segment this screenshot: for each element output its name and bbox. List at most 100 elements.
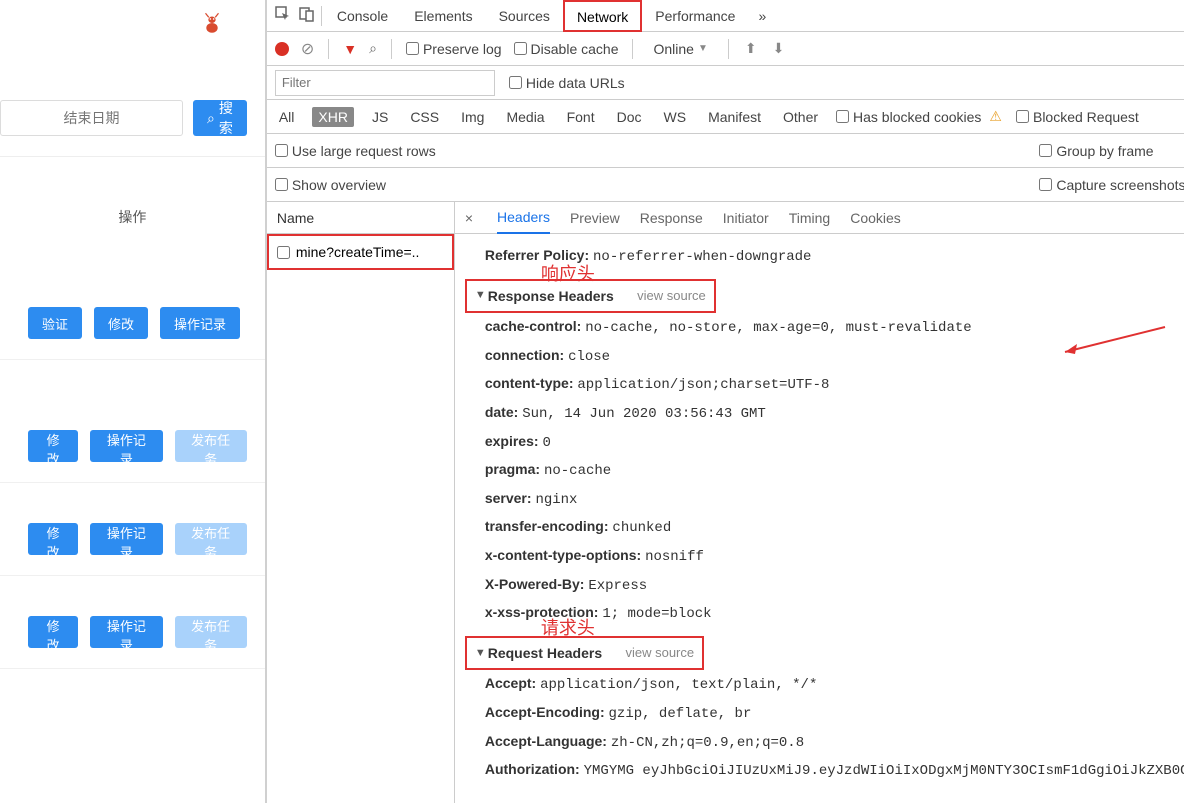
view-source-link[interactable]: view source: [637, 284, 706, 309]
publish-button[interactable]: 发布任务: [175, 616, 247, 648]
tab-network[interactable]: Network: [563, 0, 642, 32]
request-headers-section[interactable]: ▼ Request Headers view source: [465, 636, 1184, 671]
filter-all[interactable]: All: [275, 107, 299, 127]
filter-other[interactable]: Other: [779, 107, 822, 127]
record-button[interactable]: [275, 42, 289, 56]
filter-doc[interactable]: Doc: [613, 107, 646, 127]
filter-input[interactable]: [275, 70, 495, 96]
filter-bar: Hide data URLs: [267, 66, 1184, 100]
row-actions-4: 修改 操作记录 发布任务: [0, 616, 265, 669]
row-actions-1: 验证 修改 操作记录: [0, 307, 265, 360]
hide-data-urls-checkbox[interactable]: Hide data URLs: [509, 75, 625, 91]
tab-preview[interactable]: Preview: [570, 210, 620, 226]
devtools-tabstrip: Console Elements Sources Network Perform…: [267, 0, 1184, 32]
edit-button[interactable]: 修改: [28, 523, 78, 555]
cache-control-row: cache-control: no-cache, no-store, max-a…: [485, 313, 1184, 342]
divider: [321, 6, 322, 26]
filter-js[interactable]: JS: [368, 107, 392, 127]
show-overview-checkbox[interactable]: Show overview: [275, 177, 1039, 193]
divider: [328, 39, 329, 59]
network-main: Name mine?createTime=.. × Headers Previe…: [267, 202, 1184, 803]
log-button[interactable]: 操作记录: [90, 430, 162, 462]
group-by-frame-checkbox[interactable]: Group by frame: [1039, 143, 1184, 159]
divider: [728, 39, 729, 59]
verify-button[interactable]: 验证: [28, 307, 82, 339]
authorization-row: Authorization: YMGYMG eyJhbGciOiJIUzUxMi…: [485, 756, 1184, 785]
capture-screenshots-checkbox[interactable]: Capture screenshots: [1039, 177, 1184, 193]
publish-button[interactable]: 发布任务: [175, 523, 247, 555]
divider: [391, 39, 392, 59]
filter-toggle-icon[interactable]: ▼: [343, 41, 357, 57]
collapse-icon: ▼: [475, 285, 486, 306]
log-button[interactable]: 操作记录: [160, 307, 240, 339]
blocked-cookies-checkbox[interactable]: Has blocked cookies⚠: [836, 108, 1002, 125]
throttling-dropdown[interactable]: Online▼: [647, 41, 713, 57]
device-toggle-icon[interactable]: [295, 6, 319, 25]
transfer-encoding-row: transfer-encoding: chunked: [485, 513, 1184, 542]
detail-tabs: × Headers Preview Response Initiator Tim…: [455, 202, 1184, 234]
x-powered-by-row: X-Powered-By: Express: [485, 571, 1184, 600]
collapse-icon: ▼: [475, 643, 486, 664]
request-name: mine?createTime=..: [296, 244, 420, 260]
clear-icon[interactable]: ⊘: [301, 39, 314, 59]
preserve-log-checkbox[interactable]: Preserve log: [406, 41, 502, 57]
connection-row: connection: close: [485, 342, 1184, 371]
tab-elements[interactable]: Elements: [401, 0, 485, 32]
app-left-pane: ⌕ 搜索 操作 验证 修改 操作记录 修改 操作记录 发布任务 修改 操作记录 …: [0, 0, 267, 803]
option-row-2: Show overview Capture screenshots: [267, 168, 1184, 202]
headers-body: Referrer Policy: no-referrer-when-downgr…: [455, 234, 1184, 793]
divider: [632, 39, 633, 59]
type-filter-bar: All XHR JS CSS Img Media Font Doc WS Man…: [267, 100, 1184, 134]
large-rows-checkbox[interactable]: Use large request rows: [275, 143, 1039, 159]
filter-ws[interactable]: WS: [660, 107, 691, 127]
tab-cookies[interactable]: Cookies: [850, 210, 901, 226]
close-detail-icon[interactable]: ×: [461, 210, 477, 226]
filter-media[interactable]: Media: [502, 107, 548, 127]
name-column-header[interactable]: Name: [267, 202, 454, 234]
edit-button[interactable]: 修改: [94, 307, 148, 339]
server-row: server: nginx: [485, 485, 1184, 514]
accept-row: Accept: application/json, text/plain, */…: [485, 670, 1184, 699]
inspect-icon[interactable]: [271, 6, 295, 25]
search-button-label: 搜索: [219, 98, 233, 138]
filter-font[interactable]: Font: [563, 107, 599, 127]
publish-button[interactable]: 发布任务: [175, 430, 247, 462]
filter-manifest[interactable]: Manifest: [704, 107, 765, 127]
expires-row: expires: 0: [485, 428, 1184, 457]
download-har-icon[interactable]: ⬇: [771, 40, 787, 57]
blocked-requests-checkbox[interactable]: Blocked Request: [1016, 109, 1139, 125]
view-source-link[interactable]: view source: [625, 641, 694, 666]
operation-column-header: 操作: [0, 207, 265, 247]
x-content-type-options-row: x-content-type-options: nosniff: [485, 542, 1184, 571]
search-icon[interactable]: ⌕: [369, 40, 377, 57]
filter-css[interactable]: CSS: [406, 107, 443, 127]
edit-button[interactable]: 修改: [28, 430, 78, 462]
request-detail: × Headers Preview Response Initiator Tim…: [455, 202, 1184, 803]
disable-cache-checkbox[interactable]: Disable cache: [514, 41, 619, 57]
tab-performance[interactable]: Performance: [642, 0, 748, 32]
response-headers-section[interactable]: ▼ Response Headers view source: [465, 279, 1184, 314]
tab-sources[interactable]: Sources: [486, 0, 563, 32]
request-checkbox[interactable]: [277, 246, 290, 259]
log-button[interactable]: 操作记录: [90, 523, 162, 555]
row-actions-3: 修改 操作记录 发布任务: [0, 523, 265, 576]
search-button[interactable]: ⌕ 搜索: [193, 100, 247, 136]
end-date-input[interactable]: [0, 100, 183, 136]
tab-console[interactable]: Console: [324, 0, 401, 32]
tab-headers[interactable]: Headers: [497, 202, 550, 234]
more-tabs-icon[interactable]: »: [748, 8, 776, 24]
tab-initiator[interactable]: Initiator: [723, 210, 769, 226]
request-row[interactable]: mine?createTime=..: [267, 234, 454, 270]
tab-response[interactable]: Response: [640, 210, 703, 226]
search-row: ⌕ 搜索: [0, 100, 265, 157]
filter-xhr[interactable]: XHR: [312, 107, 354, 127]
tab-timing[interactable]: Timing: [789, 210, 831, 226]
request-list: Name mine?createTime=..: [267, 202, 455, 803]
pragma-row: pragma: no-cache: [485, 456, 1184, 485]
log-button[interactable]: 操作记录: [90, 616, 162, 648]
upload-har-icon[interactable]: ⬆: [743, 40, 759, 57]
ant-logo-icon: [199, 10, 225, 36]
accept-encoding-row: Accept-Encoding: gzip, deflate, br: [485, 699, 1184, 728]
edit-button[interactable]: 修改: [28, 616, 78, 648]
filter-img[interactable]: Img: [457, 107, 488, 127]
